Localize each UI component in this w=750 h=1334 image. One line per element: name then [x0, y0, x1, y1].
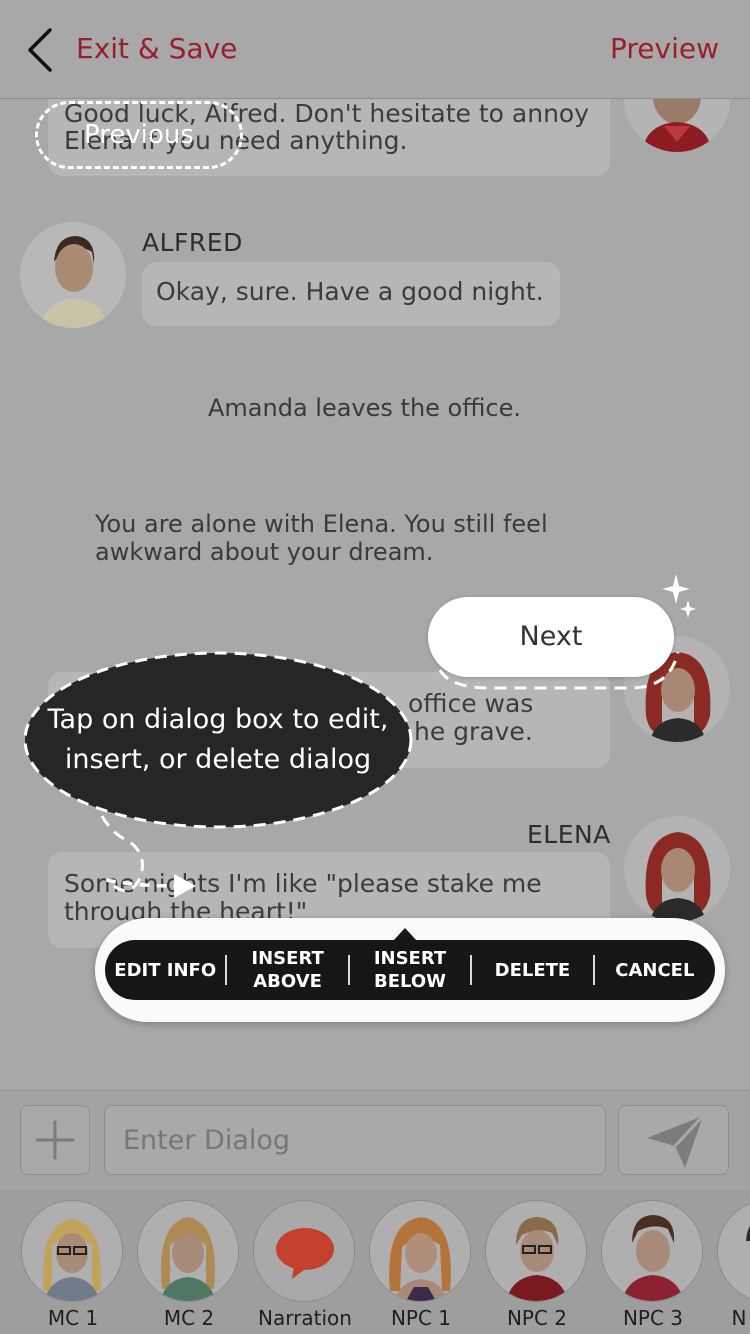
character-narration[interactable]: Narration — [253, 1200, 357, 1334]
avatar — [485, 1200, 587, 1302]
narration-line: You are alone with Elena. You still feel — [95, 510, 548, 538]
avatar-alfred — [20, 222, 126, 328]
character-npc2[interactable]: NPC 2 — [485, 1200, 589, 1334]
character-mc1[interactable]: MC 1 — [21, 1200, 125, 1334]
dialog-bubble-alfred[interactable]: Okay, sure. Have a good night. — [142, 262, 560, 326]
menu-label: BELOW — [374, 971, 447, 992]
insert-below-button[interactable]: INSERT BELOW — [350, 947, 470, 993]
avatar — [601, 1200, 703, 1302]
chevron-left-icon — [28, 28, 52, 72]
character-name: N — [731, 1306, 747, 1330]
tooltip-bubble — [23, 651, 413, 892]
menu-label: INSERT — [373, 948, 447, 969]
arrow-pointer-icon — [105, 874, 196, 898]
character-next-partial[interactable]: N — [717, 1200, 750, 1334]
previous-tutorial-button[interactable]: Previous — [35, 101, 243, 169]
next-tutorial-button[interactable]: Next — [428, 597, 674, 677]
story-editor-screen: Good luck, Alfred. Don't hesitate to ann… — [0, 0, 750, 1334]
menu-label: INSERT — [251, 948, 324, 969]
avatar — [21, 1200, 123, 1302]
delete-button[interactable]: DELETE — [472, 959, 592, 982]
dialog-text-line: he grave. — [414, 717, 533, 746]
tooltip-text: Tap on dialog box to edit, insert, or de… — [22, 700, 414, 780]
tooltip-line: insert, or delete dialog — [64, 744, 372, 775]
menu-label: DELETE — [494, 959, 571, 981]
context-menu-caret — [393, 928, 417, 941]
top-bar: Exit & Save Preview — [0, 0, 750, 99]
add-button[interactable] — [20, 1105, 90, 1175]
avatar — [253, 1200, 355, 1302]
preview-button[interactable]: Preview — [610, 32, 719, 65]
insert-above-button[interactable]: INSERT ABOVE — [227, 947, 347, 993]
avatar-elena — [624, 816, 730, 922]
dialog-input[interactable] — [104, 1105, 606, 1175]
send-icon — [647, 1114, 705, 1168]
context-menu: EDIT INFO INSERT ABOVE INSERT BELOW DELE… — [105, 940, 715, 1000]
tooltip-line: Tap on dialog box to edit, — [47, 704, 389, 735]
avatar — [369, 1200, 471, 1302]
send-button[interactable] — [618, 1105, 729, 1175]
sparkle-icon — [662, 574, 696, 618]
narration-text[interactable]: You are alone with Elena. You still feel… — [95, 510, 548, 566]
menu-label: CANCEL — [615, 959, 695, 981]
menu-label: EDIT INFO — [114, 959, 217, 981]
back-button[interactable] — [20, 26, 64, 74]
exit-save-button[interactable]: Exit & Save — [76, 32, 237, 65]
edit-info-button[interactable]: EDIT INFO — [105, 959, 225, 982]
avatar — [137, 1200, 239, 1302]
avatar — [717, 1200, 750, 1302]
cancel-button[interactable]: CANCEL — [595, 959, 715, 982]
character-mc2[interactable]: MC 2 — [137, 1200, 241, 1334]
menu-label: ABOVE — [253, 971, 322, 992]
dialog-text: Okay, sure. Have a good night. — [156, 277, 544, 306]
character-npc1[interactable]: NPC 1 — [369, 1200, 473, 1334]
speech-bubble-icon — [254, 1201, 354, 1301]
narration-text[interactable]: Amanda leaves the office. — [208, 394, 521, 422]
narration-line: awkward about your dream. — [95, 538, 434, 566]
plus-icon — [35, 1120, 75, 1160]
speaker-name-alfred: ALFRED — [142, 228, 243, 257]
speaker-name-elena: ELENA — [527, 820, 611, 849]
